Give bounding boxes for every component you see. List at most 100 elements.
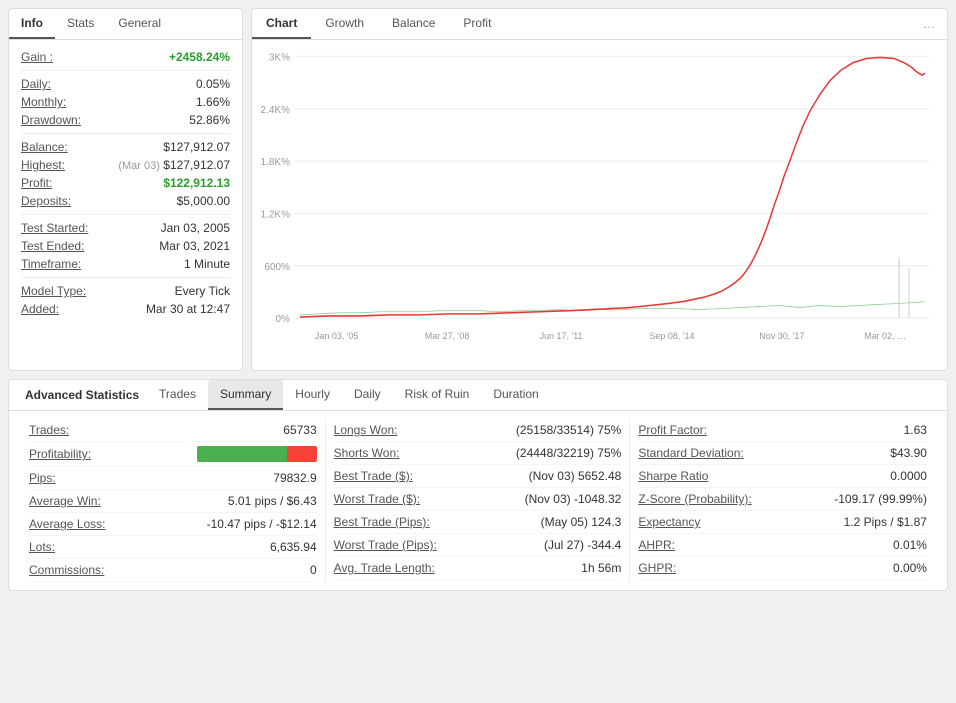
avg-loss-value: -10.47 pips / -$12.14 — [207, 517, 317, 531]
svg-text:1.8K%: 1.8K% — [261, 157, 290, 168]
std-deviation-label[interactable]: Standard Deviation: — [638, 446, 743, 460]
test-ended-row: Test Ended: Mar 03, 2021 — [21, 239, 230, 253]
ghpr-label[interactable]: GHPR: — [638, 561, 676, 575]
expectancy-label[interactable]: Expectancy — [638, 515, 700, 529]
svg-text:Jun 17, '11: Jun 17, '11 — [540, 331, 583, 341]
gain-value: +2458.24% — [169, 50, 230, 64]
profit-value: $122,912.13 — [163, 176, 230, 190]
longs-won-row: Longs Won: (25158/33514) 75% — [334, 419, 622, 442]
tab-growth[interactable]: Growth — [311, 9, 378, 39]
svg-text:Sep 08, '14: Sep 08, '14 — [649, 331, 694, 341]
deposits-value: $5,000.00 — [177, 194, 230, 208]
profitability-row: Profitability: — [29, 442, 317, 467]
highest-date: (Mar 03) — [118, 160, 160, 172]
sharpe-ratio-label[interactable]: Sharpe Ratio — [638, 469, 708, 483]
tab-hourly[interactable]: Hourly — [283, 380, 342, 410]
profit-factor-label[interactable]: Profit Factor: — [638, 423, 707, 437]
lots-label[interactable]: Lots: — [29, 540, 55, 554]
balance-row: Balance: $127,912.07 — [21, 140, 230, 154]
test-started-value: Jan 03, 2005 — [161, 221, 230, 235]
stats-grid: Trades: 65733 Profitability: Pips: 79832… — [21, 419, 935, 582]
highest-row: Highest: (Mar 03) $127,912.07 — [21, 158, 230, 172]
tab-risk-of-ruin[interactable]: Risk of Ruin — [393, 380, 482, 410]
longs-won-label[interactable]: Longs Won: — [334, 423, 398, 437]
timeframe-label: Timeframe: — [21, 257, 81, 271]
tab-summary[interactable]: Summary — [208, 380, 283, 410]
tab-duration[interactable]: Duration — [481, 380, 550, 410]
ahpr-label[interactable]: AHPR: — [638, 538, 675, 552]
pips-row: Pips: 79832.9 — [29, 467, 317, 490]
profit-factor-value: 1.63 — [904, 423, 927, 437]
commissions-row: Commissions: 0 — [29, 559, 317, 582]
daily-value: 0.05% — [196, 77, 230, 91]
avg-win-label[interactable]: Average Win: — [29, 494, 101, 508]
worst-trade-pips-label[interactable]: Worst Trade (Pips): — [334, 538, 437, 552]
avg-loss-row: Average Loss: -10.47 pips / -$12.14 — [29, 513, 317, 536]
avg-loss-label[interactable]: Average Loss: — [29, 517, 106, 531]
worst-trade-usd-label[interactable]: Worst Trade ($): — [334, 492, 420, 506]
info-content: Gain : +2458.24% Daily: 0.05% Monthly: 1… — [9, 40, 242, 330]
worst-trade-pips-value: (Jul 27) -344.4 — [544, 538, 621, 552]
highest-amount: $127,912.07 — [163, 158, 230, 172]
commissions-label[interactable]: Commissions: — [29, 563, 104, 577]
ghpr-row: GHPR: 0.00% — [638, 557, 927, 580]
test-ended-label: Test Ended: — [21, 239, 84, 253]
tab-chart[interactable]: Chart — [252, 9, 311, 39]
stats-section-title: Advanced Statistics — [17, 381, 147, 409]
tab-general[interactable]: General — [106, 9, 173, 39]
tab-trades[interactable]: Trades — [147, 380, 208, 410]
profit-bar-red — [287, 446, 317, 462]
best-trade-pips-value: (May 05) 124.3 — [541, 515, 622, 529]
model-type-row: Model Type: Every Tick — [21, 284, 230, 298]
tab-daily[interactable]: Daily — [342, 380, 393, 410]
best-trade-usd-row: Best Trade ($): (Nov 03) 5652.48 — [334, 465, 622, 488]
deposits-label: Deposits: — [21, 194, 71, 208]
zscore-label[interactable]: Z-Score (Probability): — [638, 492, 751, 506]
profit-label: Profit: — [21, 176, 52, 190]
monthly-row: Monthly: 1.66% — [21, 95, 230, 109]
tab-stats[interactable]: Stats — [55, 9, 106, 39]
gain-label[interactable]: Gain : — [21, 50, 53, 64]
tab-balance[interactable]: Balance — [378, 9, 449, 39]
shorts-won-value: (24448/32219) 75% — [516, 446, 621, 460]
chart-area: 3K% 2.4K% 1.8K% 1.2K% 600% 0% Jan 03, '0… — [252, 40, 947, 370]
monthly-label[interactable]: Monthly: — [21, 95, 66, 109]
model-type-value: Every Tick — [175, 284, 230, 298]
trades-value: 65733 — [283, 423, 316, 437]
commissions-value: 0 — [310, 563, 317, 577]
stats-col-2: Longs Won: (25158/33514) 75% Shorts Won:… — [326, 419, 631, 582]
worst-trade-usd-value: (Nov 03) -1048.32 — [525, 492, 622, 506]
best-trade-usd-label[interactable]: Best Trade ($): — [334, 469, 413, 483]
trades-label[interactable]: Trades: — [29, 423, 69, 437]
std-deviation-row: Standard Deviation: $43.90 — [638, 442, 927, 465]
tab-profit[interactable]: Profit — [449, 9, 505, 39]
worst-trade-pips-row: Worst Trade (Pips): (Jul 27) -344.4 — [334, 534, 622, 557]
pips-label[interactable]: Pips: — [29, 471, 56, 485]
stats-content: Trades: 65733 Profitability: Pips: 79832… — [9, 411, 947, 590]
added-label: Added: — [21, 302, 59, 316]
timeframe-row: Timeframe: 1 Minute — [21, 257, 230, 271]
monthly-value: 1.66% — [196, 95, 230, 109]
svg-text:3K%: 3K% — [269, 52, 290, 63]
profitability-bar — [197, 446, 317, 462]
ghpr-value: 0.00% — [893, 561, 927, 575]
avg-trade-length-label[interactable]: Avg. Trade Length: — [334, 561, 435, 575]
shorts-won-label[interactable]: Shorts Won: — [334, 446, 400, 460]
chart-more-icon[interactable]: … — [911, 10, 947, 38]
drawdown-label: Drawdown: — [21, 113, 81, 127]
daily-label[interactable]: Daily: — [21, 77, 51, 91]
tab-info[interactable]: Info — [9, 9, 55, 39]
info-tab-bar: Info Stats General — [9, 9, 242, 40]
trades-row: Trades: 65733 — [29, 419, 317, 442]
chart-panel: Chart Growth Balance Profit … 3K% 2.4K% … — [251, 8, 948, 371]
chart-svg: 3K% 2.4K% 1.8K% 1.2K% 600% 0% Jan 03, '0… — [260, 48, 939, 362]
profitability-label[interactable]: Profitability: — [29, 447, 91, 461]
stats-col-3: Profit Factor: 1.63 Standard Deviation: … — [630, 419, 935, 582]
timeframe-value: 1 Minute — [184, 257, 230, 271]
gain-row: Gain : +2458.24% — [21, 50, 230, 64]
model-type-label: Model Type: — [21, 284, 86, 298]
best-trade-pips-label[interactable]: Best Trade (Pips): — [334, 515, 430, 529]
balance-value: $127,912.07 — [163, 140, 230, 154]
avg-trade-length-row: Avg. Trade Length: 1h 56m — [334, 557, 622, 580]
pips-value: 79832.9 — [273, 471, 316, 485]
